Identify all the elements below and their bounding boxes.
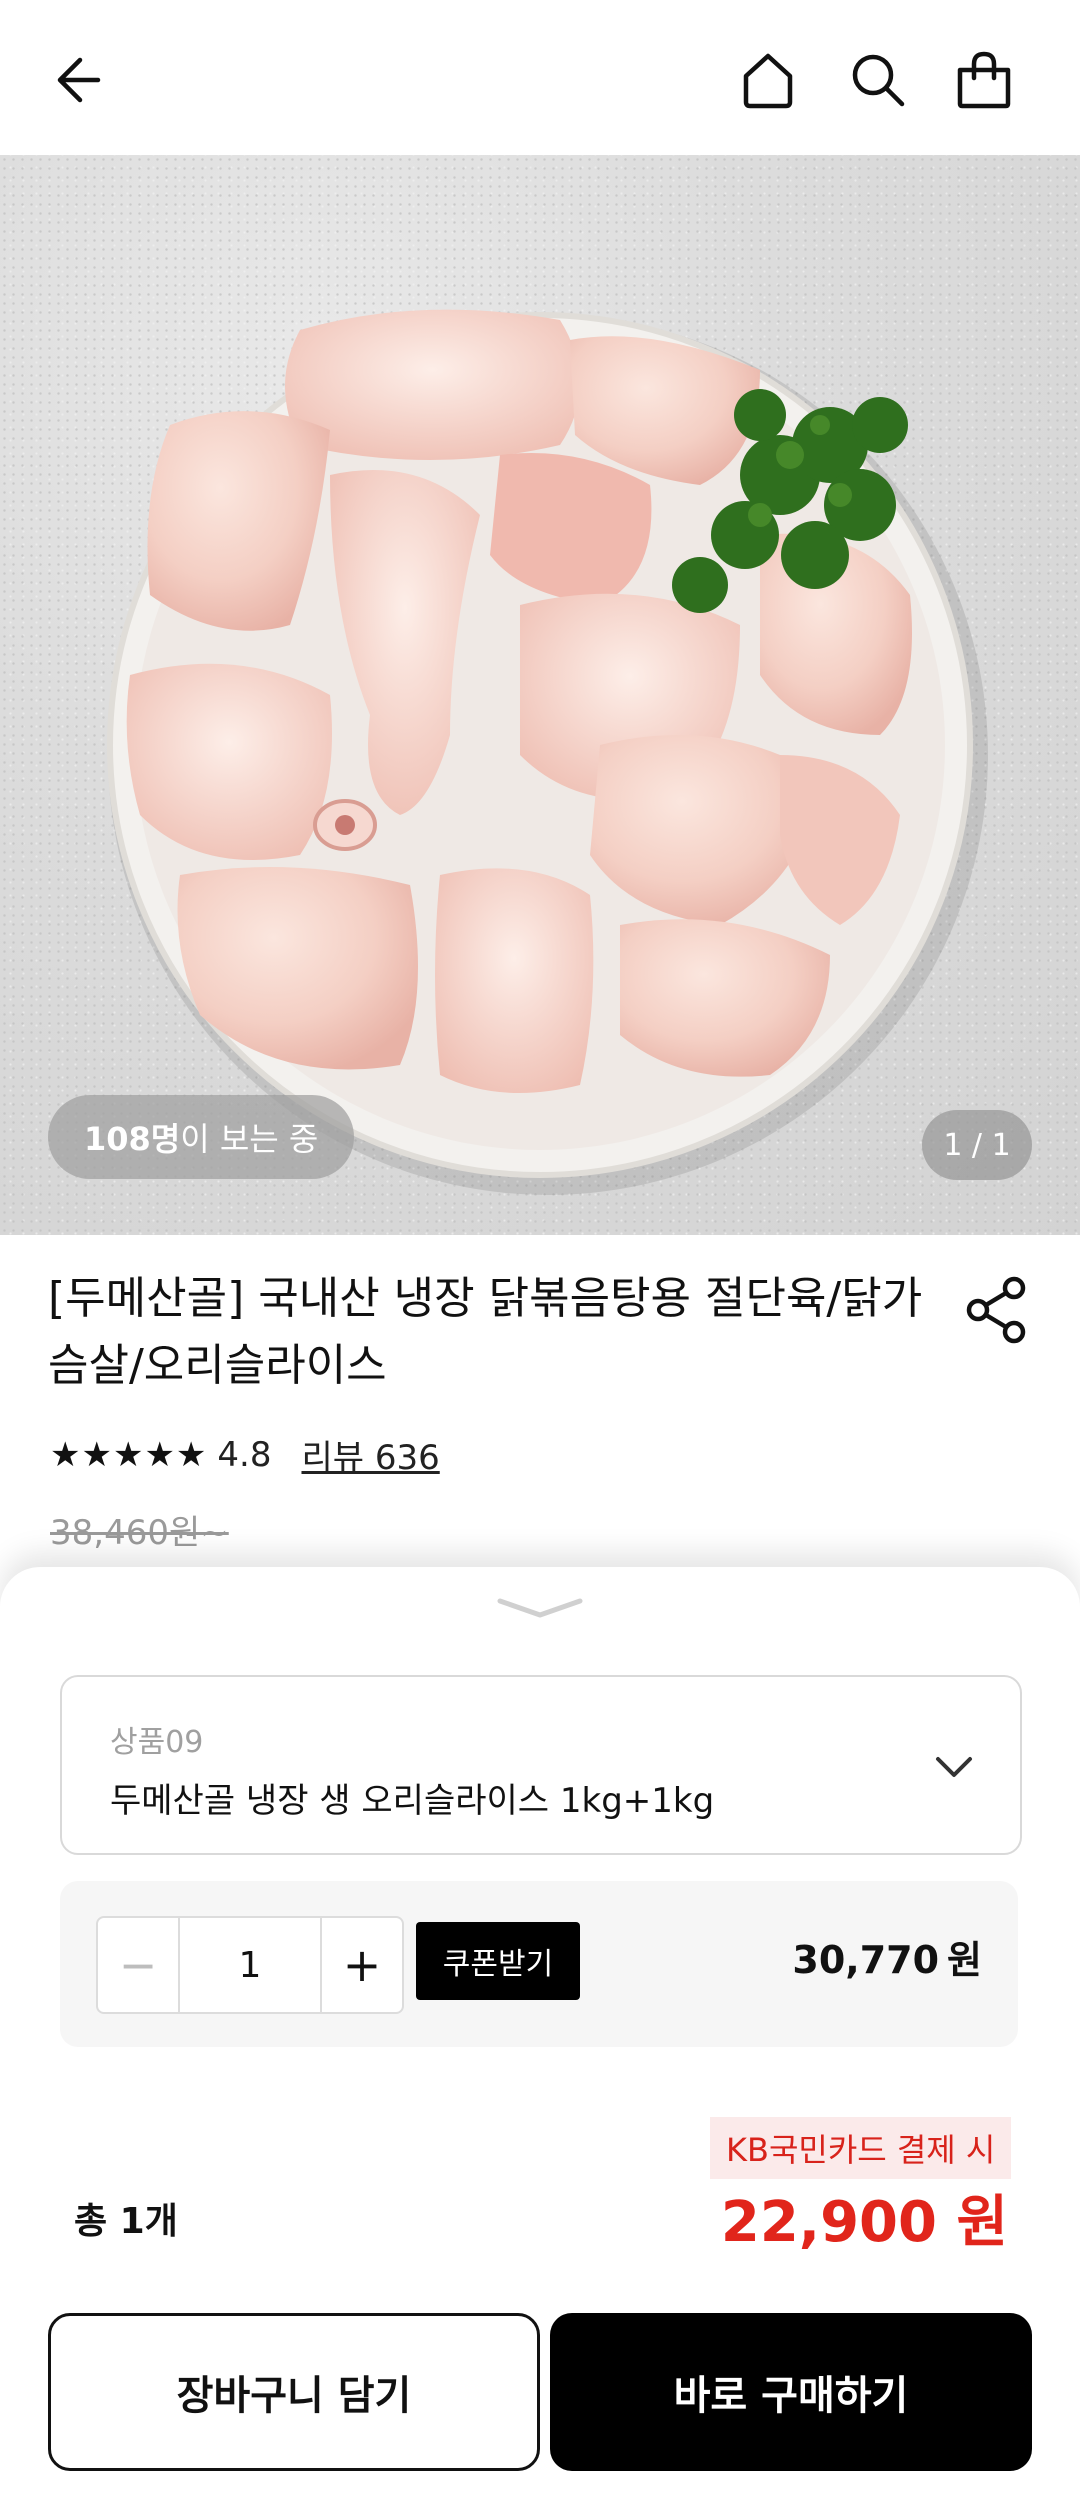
buy-now-button[interactable]: 바로 구매하기 [550,2313,1032,2471]
viewers-count: 108명 [84,1120,181,1158]
quantity-stepper: − 1 + [96,1916,404,2014]
rating-stars: ★★★★★ [50,1434,208,1475]
image-pager: 1 / 1 [922,1110,1032,1180]
kb-card-badge: KB국민카드 결제 시 [710,2117,1012,2179]
rating-row: ★★★★★ 4.8 리뷰 636 [50,1430,440,1479]
chicken-plate-illustration [107,309,988,1195]
chevron-down-icon [924,1737,984,1797]
option-label: 상품09 [110,1725,204,1760]
item-price-currency: 원 [947,1938,982,1982]
product-image[interactable]: 108명 이 보는 중 1 / 1 [0,155,1080,1235]
item-price: 30,770 원 [792,1929,982,1984]
option-select[interactable]: 상품09 두메산골 냉장 생 오리슬라이스 1kg+1kg [60,1675,1022,1855]
rating-score: 4.8 [217,1434,272,1475]
quantity-panel: − 1 + 쿠폰받기 30,770 원 [60,1881,1018,2047]
final-price: 22,900 원 [720,2190,1008,2255]
option-value: 두메산골 냉장 생 오리슬라이스 1kg+1kg [110,1781,715,1821]
product-title: [두메산골] 국내산 냉장 닭볶음탕용 절단육/닭가슴살/오리슬라이스 [48,1273,923,1391]
top-bar [0,0,1080,155]
increase-button[interactable]: + [322,1918,402,2012]
add-to-cart-button[interactable]: 장바구니 담기 [48,2313,540,2471]
original-price: 38,460원~ [50,1513,229,1553]
viewers-text: 이 보는 중 [180,1120,319,1158]
quantity-value[interactable]: 1 [178,1918,322,2012]
sheet-collapse-icon[interactable] [490,1593,590,1623]
reviews-link[interactable]: 리뷰 636 [301,1430,439,1479]
home-icon[interactable] [728,40,808,120]
back-arrow-icon[interactable] [32,40,112,120]
share-icon[interactable] [958,1270,1038,1350]
shopping-bag-icon[interactable] [944,40,1024,120]
item-price-value: 30,770 [792,1938,940,1982]
viewers-badge: 108명 이 보는 중 [48,1095,355,1179]
coupon-button[interactable]: 쿠폰받기 [416,1922,580,2000]
total-count: 총 1개 [74,2201,178,2242]
search-icon[interactable] [838,40,918,120]
decrease-button[interactable]: − [98,1918,178,2012]
